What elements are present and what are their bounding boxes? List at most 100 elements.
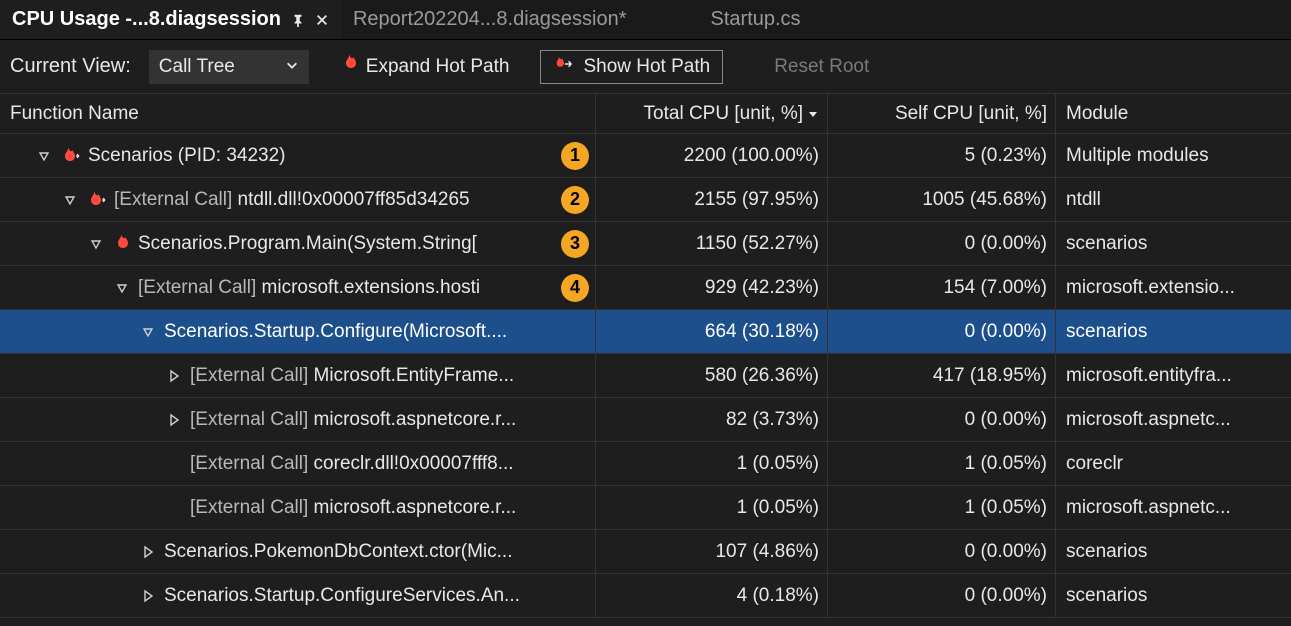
cell-function: Scenarios.PokemonDbContext.ctor(Mic... [0, 530, 596, 573]
cell-total-cpu: 107 (4.86%) [596, 530, 828, 573]
cell-function: [External Call] Microsoft.EntityFrame... [0, 354, 596, 397]
current-view-dropdown[interactable]: Call Tree [149, 50, 309, 84]
function-name-text: Scenarios.PokemonDbContext.ctor(Mic... [164, 541, 595, 563]
flame-arrow-icon [553, 55, 575, 79]
function-name-text: [External Call] coreclr.dll!0x00007fff8.… [190, 453, 595, 475]
cell-total-cpu: 929 (42.23%) [596, 266, 828, 309]
table-row[interactable]: Scenarios.Program.Main(System.String[311… [0, 222, 1291, 266]
cell-total-cpu: 580 (26.36%) [596, 354, 828, 397]
cell-module: scenarios [1056, 574, 1291, 617]
chevron-right-icon[interactable] [166, 368, 182, 384]
reset-root-button: Reset Root [761, 50, 882, 84]
twisty-none [166, 456, 182, 472]
cell-module: microsoft.extensio... [1056, 266, 1291, 309]
cell-function: [External Call] microsoft.aspnetcore.r..… [0, 398, 596, 441]
flame-icon [86, 190, 106, 210]
cell-function: Scenarios (PID: 34232)1 [0, 134, 596, 177]
cell-self-cpu: 1 (0.05%) [828, 442, 1056, 485]
table-row[interactable]: [External Call] microsoft.aspnetcore.r..… [0, 398, 1291, 442]
tab-bar: CPU Usage -...8.diagsession Report202204… [0, 0, 1291, 40]
cell-module: scenarios [1056, 222, 1291, 265]
table-row[interactable]: Scenarios.PokemonDbContext.ctor(Mic...10… [0, 530, 1291, 574]
tab-label: CPU Usage -...8.diagsession [12, 8, 281, 31]
chevron-down-icon[interactable] [140, 324, 156, 340]
cell-function: [External Call] microsoft.extensions.hos… [0, 266, 596, 309]
cell-self-cpu: 0 (0.00%) [828, 310, 1056, 353]
column-headers: Function Name Total CPU [unit, %] Self C… [0, 94, 1291, 134]
cell-self-cpu: 154 (7.00%) [828, 266, 1056, 309]
cell-self-cpu: 5 (0.23%) [828, 134, 1056, 177]
chevron-down-icon[interactable] [62, 192, 78, 208]
function-name-text: [External Call] Microsoft.EntityFrame... [190, 365, 595, 387]
pin-icon[interactable] [291, 13, 305, 27]
function-name-text: Scenarios.Startup.Configure(Microsoft...… [164, 321, 595, 343]
callout-badge: 4 [561, 274, 589, 302]
cell-module: ntdll [1056, 178, 1291, 221]
tab-startup[interactable]: Startup.cs [699, 0, 813, 39]
header-function-name[interactable]: Function Name [0, 94, 596, 133]
cell-module: microsoft.aspnetc... [1056, 398, 1291, 441]
cell-function: [External Call] ntdll.dll!0x00007ff85d34… [0, 178, 596, 221]
cell-self-cpu: 0 (0.00%) [828, 398, 1056, 441]
table-row[interactable]: Scenarios (PID: 34232)12200 (100.00%)5 (… [0, 134, 1291, 178]
cell-self-cpu: 1 (0.05%) [828, 486, 1056, 529]
header-total-cpu[interactable]: Total CPU [unit, %] [596, 94, 828, 133]
cell-function: Scenarios.Startup.Configure(Microsoft...… [0, 310, 596, 353]
cell-self-cpu: 0 (0.00%) [828, 222, 1056, 265]
chevron-right-icon[interactable] [140, 544, 156, 560]
toolbar: Current View: Call Tree Expand Hot Path … [0, 40, 1291, 94]
function-name-text: Scenarios (PID: 34232) [88, 145, 549, 167]
chevron-down-icon [285, 56, 299, 78]
cell-total-cpu: 664 (30.18%) [596, 310, 828, 353]
chevron-down-icon[interactable] [114, 280, 130, 296]
header-self-cpu[interactable]: Self CPU [unit, %] [828, 94, 1056, 133]
function-name-text: Scenarios.Program.Main(System.String[ [138, 233, 549, 255]
cell-total-cpu: 2155 (97.95%) [596, 178, 828, 221]
table-row[interactable]: [External Call] microsoft.aspnetcore.r..… [0, 486, 1291, 530]
flame-icon [112, 234, 130, 254]
chevron-down-icon[interactable] [88, 236, 104, 252]
function-name-text: [External Call] ntdll.dll!0x00007ff85d34… [114, 189, 549, 211]
cell-function: [External Call] coreclr.dll!0x00007fff8.… [0, 442, 596, 485]
table-row[interactable]: [External Call] microsoft.extensions.hos… [0, 266, 1291, 310]
cell-total-cpu: 1 (0.05%) [596, 486, 828, 529]
cell-function: Scenarios.Startup.ConfigureServices.An..… [0, 574, 596, 617]
chevron-down-icon[interactable] [36, 148, 52, 164]
cell-module: Multiple modules [1056, 134, 1291, 177]
cell-self-cpu: 0 (0.00%) [828, 530, 1056, 573]
current-view-label: Current View: [10, 55, 131, 78]
cell-self-cpu: 0 (0.00%) [828, 574, 1056, 617]
cell-self-cpu: 417 (18.95%) [828, 354, 1056, 397]
tab-report[interactable]: Report202204...8.diagsession* [341, 0, 639, 39]
cell-module: scenarios [1056, 530, 1291, 573]
close-icon[interactable] [315, 13, 329, 27]
button-label: Expand Hot Path [366, 56, 510, 78]
table-row[interactable]: [External Call] coreclr.dll!0x00007fff8.… [0, 442, 1291, 486]
table-row[interactable]: [External Call] Microsoft.EntityFrame...… [0, 354, 1291, 398]
call-tree-rows: Scenarios (PID: 34232)12200 (100.00%)5 (… [0, 134, 1291, 618]
chevron-right-icon[interactable] [140, 588, 156, 604]
twisty-none [166, 500, 182, 516]
flame-icon [340, 54, 358, 80]
tab-cpu-usage[interactable]: CPU Usage -...8.diagsession [0, 0, 341, 39]
function-name-text: [External Call] microsoft.extensions.hos… [138, 277, 549, 299]
callout-badge: 2 [561, 186, 589, 214]
function-name-text: Scenarios.Startup.ConfigureServices.An..… [164, 585, 595, 607]
callout-badge: 3 [561, 230, 589, 258]
cell-function: Scenarios.Program.Main(System.String[ 3 [0, 222, 596, 265]
expand-hot-path-button[interactable]: Expand Hot Path [327, 50, 523, 84]
cell-module: coreclr [1056, 442, 1291, 485]
table-row[interactable]: Scenarios.Startup.ConfigureServices.An..… [0, 574, 1291, 618]
cell-module: scenarios [1056, 310, 1291, 353]
show-hot-path-button[interactable]: Show Hot Path [540, 50, 723, 84]
cell-total-cpu: 2200 (100.00%) [596, 134, 828, 177]
cell-self-cpu: 1005 (45.68%) [828, 178, 1056, 221]
cell-module: microsoft.entityfra... [1056, 354, 1291, 397]
button-label: Show Hot Path [583, 56, 710, 78]
cell-total-cpu: 82 (3.73%) [596, 398, 828, 441]
chevron-right-icon[interactable] [166, 412, 182, 428]
header-module[interactable]: Module [1056, 94, 1291, 133]
dropdown-value: Call Tree [159, 56, 235, 78]
table-row[interactable]: Scenarios.Startup.Configure(Microsoft...… [0, 310, 1291, 354]
table-row[interactable]: [External Call] ntdll.dll!0x00007ff85d34… [0, 178, 1291, 222]
